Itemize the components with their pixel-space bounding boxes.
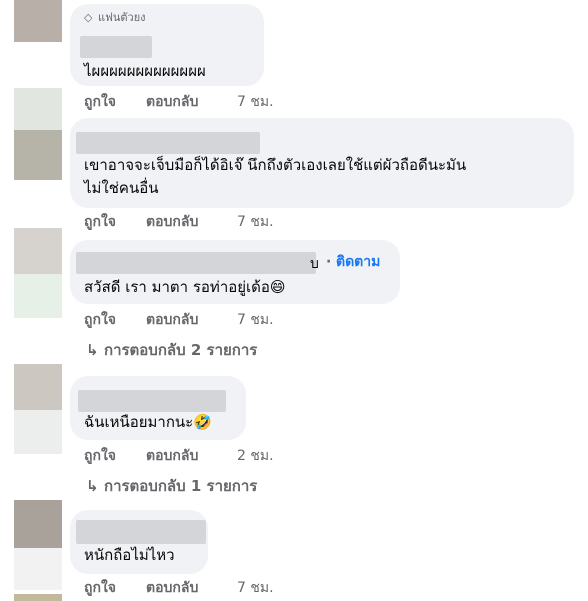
commenter-name-suffix: บ [310,256,319,272]
comment-text: ไผผผผผผผผผผผผผ [84,62,206,80]
commenter-name[interactable] [78,390,226,412]
reply-button[interactable]: ตอบกลับ [146,446,198,466]
reply-arrow-icon: ↳ [86,477,99,495]
comment-bubble: หนักถือไม่ไหว [70,510,208,574]
fan-badge: ◇ แฟนตัวยง [84,11,146,24]
commenter-name[interactable] [76,252,316,274]
timestamp[interactable]: 2 ชม. [237,446,274,466]
like-button[interactable]: ถูกใจ [84,446,116,466]
timestamp[interactable]: 7 ชม. [237,578,274,598]
comment-bubble: บ · ติดตาม สวัสดี เรา มาตา รอท่าอยู่เด้อ… [70,240,400,304]
avatar[interactable] [14,274,62,318]
like-button[interactable]: ถูกใจ [84,92,116,112]
follow-button[interactable]: ติดตาม [336,252,380,272]
comment-bubble: ฉันเหนือยมากนะ🤣 [70,376,246,440]
view-replies-link[interactable]: ↳ การตอบกลับ 2 รายการ [86,339,257,361]
reply-button[interactable]: ตอบกลับ [146,310,198,330]
comment-text: เขาอาจจะเจ็บมือก็ได้อิเจ๊ นึกถึงตัวเองเล… [84,156,467,174]
avatar[interactable] [14,88,62,130]
timestamp[interactable]: 7 ชม. [237,212,274,232]
comment-bubble: ◇ แฟนตัวยง ไผผผผผผผผผผผผผ [70,4,264,86]
diamond-icon: ◇ [84,11,93,24]
reply-button[interactable]: ตอบกลับ [146,92,198,112]
like-button[interactable]: ถูกใจ [84,212,116,232]
comment-text: ฉันเหนือยมากนะ🤣 [84,413,212,431]
avatar[interactable] [14,410,62,454]
avatar[interactable] [14,500,62,548]
reply-button[interactable]: ตอบกลับ [146,212,198,232]
comment-text: หนักถือไม่ไหว [84,546,175,564]
commenter-name[interactable] [80,36,152,58]
avatar[interactable] [14,364,62,410]
avatar[interactable] [14,130,62,180]
avatar[interactable] [14,594,62,601]
comment-text: ไม่ใช่คนอื่น [84,179,159,197]
comment-text: สวัสดี เรา มาตา รอท่าอยู่เด้อ😄 [84,278,286,296]
follow-separator: · [326,254,332,270]
like-button[interactable]: ถูกใจ [84,578,116,598]
timestamp[interactable]: 7 ชม. [237,92,274,112]
view-replies-link[interactable]: ↳ การตอบกลับ 1 รายการ [86,475,257,497]
commenter-name[interactable] [76,132,260,154]
commenter-name[interactable] [76,520,206,544]
reply-arrow-icon: ↳ [86,341,99,359]
avatar[interactable] [14,548,62,590]
avatar[interactable] [14,228,62,274]
comment-bubble: เขาอาจจะเจ็บมือก็ได้อิเจ๊ นึกถึงตัวเองเล… [70,118,574,208]
timestamp[interactable]: 7 ชม. [237,310,274,330]
avatar[interactable] [14,0,62,42]
reply-button[interactable]: ตอบกลับ [146,578,198,598]
like-button[interactable]: ถูกใจ [84,310,116,330]
